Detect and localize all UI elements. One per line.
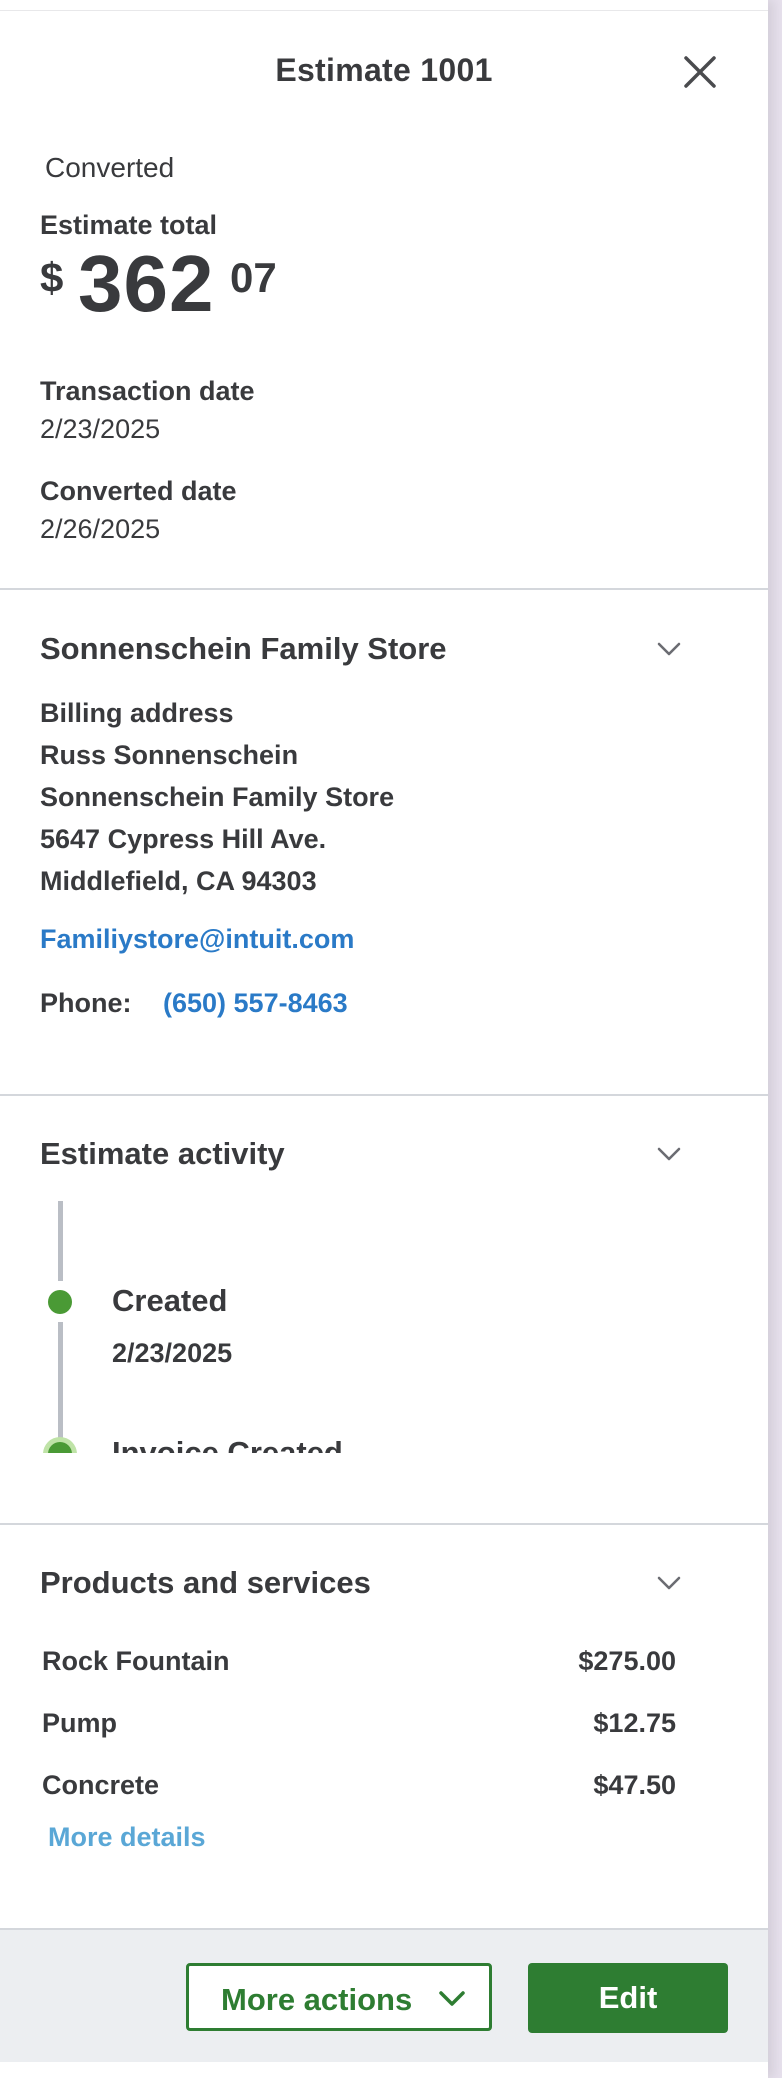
- product-name: Pump: [42, 1708, 118, 1738]
- close-button[interactable]: [680, 52, 720, 92]
- products-title: Products and services: [40, 1565, 371, 1600]
- address-line: Russ Sonnenschein: [40, 740, 299, 770]
- phone-label: Phone:: [40, 988, 132, 1018]
- timeline-line: [58, 1201, 63, 1281]
- product-price: $12.75: [593, 1708, 676, 1738]
- currency-symbol: $: [40, 254, 64, 301]
- section-divider: [0, 588, 768, 590]
- customer-email-link[interactable]: Familiystore@intuit.com: [40, 924, 354, 955]
- section-divider: [0, 1094, 768, 1096]
- transaction-date-label: Transaction date: [40, 376, 255, 406]
- timeline-line: [58, 1322, 63, 1444]
- edit-button[interactable]: Edit: [528, 1963, 728, 2033]
- product-name: Rock Fountain: [42, 1646, 230, 1676]
- address-line: Middlefield, CA 94303: [40, 866, 317, 896]
- activity-event-date: 2/23/2025: [112, 1338, 233, 1368]
- customer-phone-link[interactable]: (650) 557-8463: [163, 988, 348, 1019]
- chevron-down-icon: [439, 1991, 465, 2006]
- customer-toggle[interactable]: [652, 632, 686, 666]
- activity-event-label: Invoice Created: [112, 1435, 343, 1453]
- amount-cents: 07: [230, 254, 277, 301]
- converted-date-label: Converted date: [40, 476, 237, 506]
- status-label: Converted: [45, 152, 175, 183]
- address-line: Sonnenschein Family Store: [40, 782, 395, 812]
- estimate-panel: Estimate 1001 Converted Estimate total $…: [0, 0, 768, 2078]
- estimate-total-label: Estimate total: [40, 210, 218, 240]
- close-icon: [684, 56, 716, 88]
- activity-timeline: Created 2/23/2025 Invoice Created: [0, 1195, 768, 1453]
- activity-title: Estimate activity: [40, 1136, 285, 1171]
- more-actions-label: More actions: [221, 1982, 413, 2017]
- more-details-link[interactable]: More details: [48, 1822, 206, 1853]
- customer-name: Sonnenschein Family Store: [40, 631, 447, 666]
- section-divider: [0, 1523, 768, 1525]
- product-name: Concrete: [42, 1770, 160, 1800]
- product-price: $275.00: [578, 1646, 676, 1676]
- activity-event-label: Created: [112, 1283, 228, 1318]
- chevron-down-icon: [657, 1147, 681, 1161]
- billing-address-label: Billing address: [40, 698, 234, 728]
- activity-toggle[interactable]: [652, 1137, 686, 1171]
- chevron-down-icon: [657, 1576, 681, 1590]
- chevron-down-icon: [657, 642, 681, 656]
- product-price: $47.50: [593, 1770, 676, 1800]
- amount-whole: 362: [78, 239, 215, 328]
- timeline-dot: [48, 1290, 72, 1314]
- panel-title: Estimate 1001: [275, 52, 493, 88]
- address-line: 5647 Cypress Hill Ave.: [40, 824, 327, 854]
- action-footer: More actions Edit: [0, 1930, 768, 2062]
- converted-date-value: 2/26/2025: [40, 514, 161, 544]
- products-toggle[interactable]: [652, 1566, 686, 1600]
- top-divider: [0, 10, 768, 11]
- more-actions-button[interactable]: More actions: [186, 1963, 492, 2031]
- transaction-date-value: 2/23/2025: [40, 414, 161, 444]
